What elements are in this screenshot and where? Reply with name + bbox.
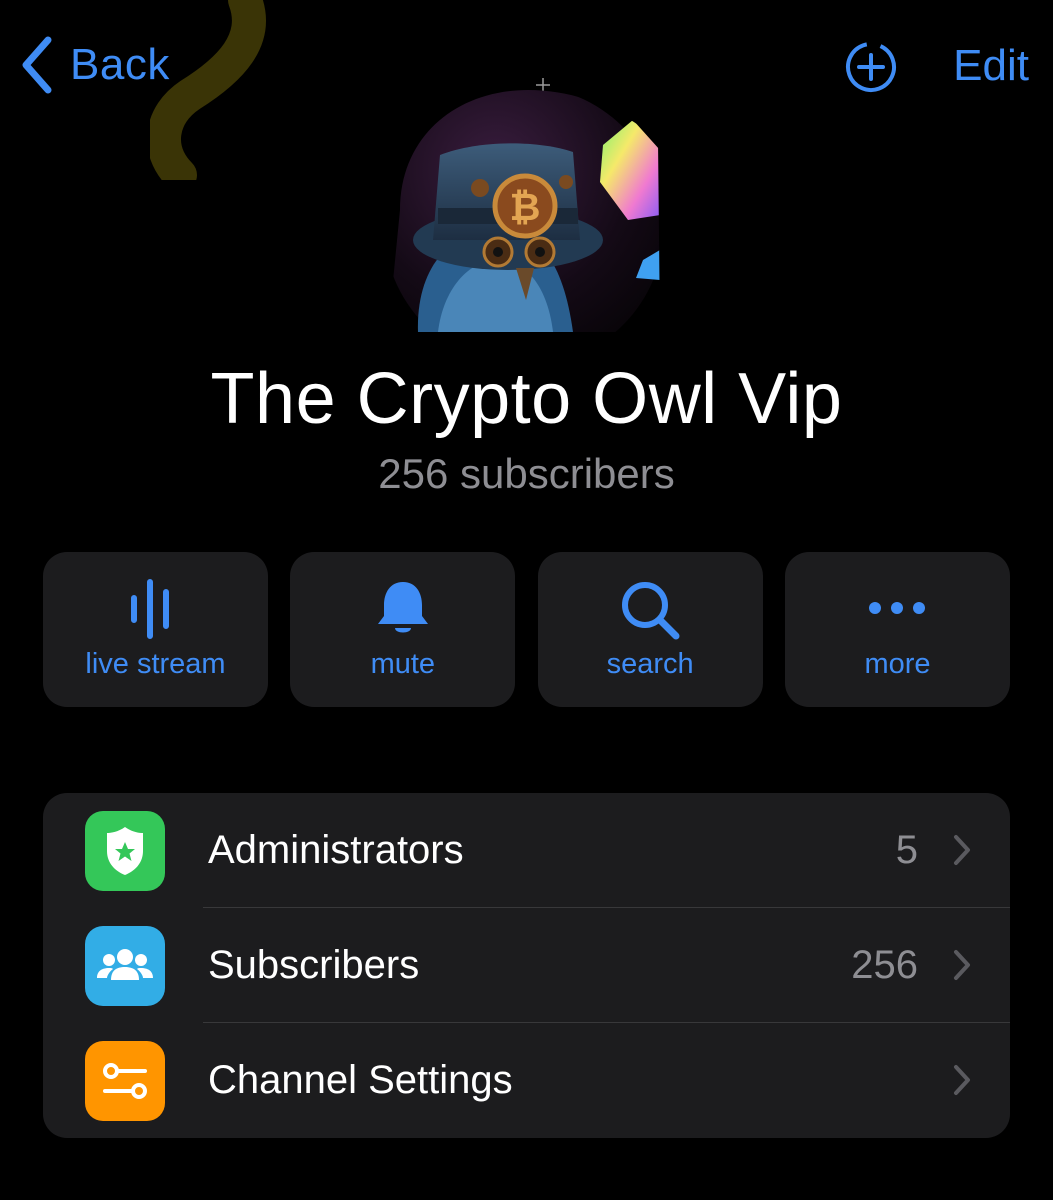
action-label: more	[864, 648, 931, 680]
search-icon	[622, 582, 680, 640]
list-item-value: 5	[895, 828, 918, 872]
live-stream-button[interactable]: live stream	[43, 552, 268, 707]
action-bar: live stream mute search more	[43, 552, 1010, 707]
search-button[interactable]: search	[537, 552, 763, 707]
administrators-badge	[85, 811, 165, 891]
chevron-right-icon	[954, 950, 970, 980]
channel-avatar[interactable]: ₿	[388, 90, 660, 332]
edit-button[interactable]: Edit	[953, 38, 1029, 94]
action-label: search	[606, 648, 694, 680]
chevron-right-icon	[954, 835, 970, 865]
list-item-channel-settings[interactable]: Channel Settings	[43, 1023, 1010, 1138]
list-item-value: 256	[851, 943, 918, 987]
mute-button[interactable]: mute	[290, 552, 516, 707]
sliders-icon	[103, 1063, 147, 1099]
chevron-left-icon	[22, 36, 52, 94]
action-label: mute	[370, 648, 436, 680]
background-brush-decoration	[150, 0, 266, 180]
bell-icon	[377, 582, 428, 633]
svg-text:₿: ₿	[510, 185, 541, 229]
list-item-subscribers[interactable]: Subscribers 256	[43, 908, 1010, 1023]
list-item-label: Administrators	[208, 828, 464, 872]
back-label: Back	[70, 40, 170, 89]
more-button[interactable]: more	[784, 552, 1010, 707]
waveform-icon	[130, 579, 169, 639]
ellipsis-icon	[869, 602, 926, 614]
list-item-label: Channel Settings	[208, 1058, 513, 1102]
back-button[interactable]: Back	[18, 34, 170, 96]
subscriber-count: 256 subscribers	[378, 450, 675, 497]
channel-info-screen: Back Edit ₿ The Crypto Owl Vip 256 subsc…	[0, 0, 1053, 1200]
add-circle-icon[interactable]	[842, 38, 900, 96]
list-item-administrators[interactable]: Administrators 5	[43, 793, 1010, 908]
action-label: live stream	[85, 648, 226, 680]
shield-star-icon	[107, 827, 143, 875]
channel-title: The Crypto Owl Vip	[210, 359, 843, 439]
channel-options-list: Administrators 5 Subscribers 256 Channel…	[43, 793, 1010, 1138]
list-item-label: Subscribers	[208, 943, 420, 987]
subscribers-badge	[85, 926, 165, 1006]
people-icon	[97, 949, 153, 980]
channel-settings-badge	[85, 1041, 165, 1121]
chevron-right-icon	[954, 1065, 970, 1095]
